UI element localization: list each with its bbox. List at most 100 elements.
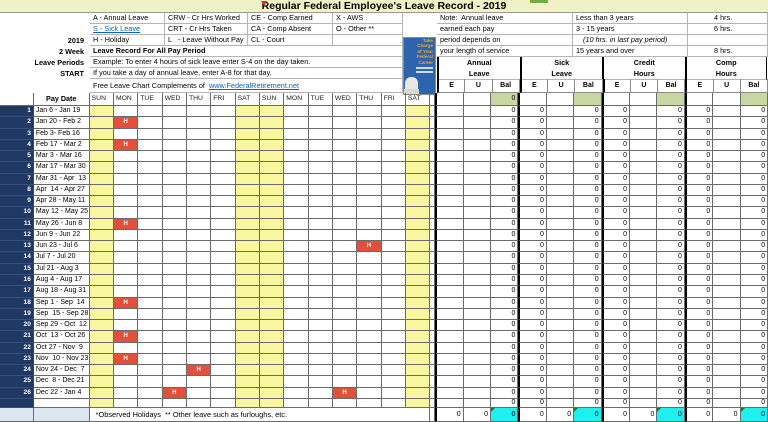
day-cell[interactable] <box>211 399 235 408</box>
stat-cell[interactable]: 0 <box>602 151 630 162</box>
stat-cell[interactable] <box>547 309 574 320</box>
day-cell[interactable] <box>163 174 187 185</box>
day-cell[interactable] <box>90 117 114 128</box>
day-cell[interactable] <box>138 331 162 342</box>
stat-cell[interactable] <box>435 129 463 140</box>
stat-cell[interactable]: 0 <box>685 207 713 218</box>
day-cell[interactable] <box>406 219 430 230</box>
stat-cell[interactable]: 0 <box>685 309 713 320</box>
day-cell[interactable] <box>260 354 284 365</box>
stat-cell[interactable] <box>713 252 740 263</box>
stat-cell[interactable] <box>713 275 740 286</box>
stat-cell[interactable] <box>435 174 463 185</box>
day-cell[interactable] <box>382 196 406 207</box>
day-cell[interactable] <box>236 264 260 275</box>
day-cell[interactable] <box>357 399 381 408</box>
stat-cell[interactable]: 0 <box>741 140 768 151</box>
day-cell[interactable] <box>138 129 162 140</box>
stat-cell[interactable] <box>713 399 740 408</box>
day-cell[interactable] <box>187 320 211 331</box>
stat-cell[interactable]: 0 <box>741 343 768 354</box>
stat-cell[interactable]: 0 <box>491 151 518 162</box>
day-cell[interactable] <box>163 365 187 376</box>
stat-cell[interactable]: 0 <box>491 365 518 376</box>
stat-cell[interactable] <box>630 93 657 106</box>
stat-cell[interactable]: 0 <box>518 275 546 286</box>
day-cell[interactable] <box>333 196 357 207</box>
stat-cell[interactable] <box>464 241 491 252</box>
stat-cell[interactable]: 0 <box>518 129 546 140</box>
day-cell[interactable] <box>187 354 211 365</box>
day-cell[interactable] <box>406 129 430 140</box>
stat-cell[interactable] <box>713 298 740 309</box>
day-cell[interactable] <box>284 151 308 162</box>
day-cell[interactable] <box>114 309 138 320</box>
day-cell[interactable] <box>187 252 211 263</box>
stat-cell[interactable]: 0 <box>574 219 601 230</box>
day-cell[interactable] <box>211 309 235 320</box>
stat-cell[interactable]: 0 <box>685 174 713 185</box>
day-cell[interactable] <box>357 376 381 387</box>
day-cell[interactable] <box>163 196 187 207</box>
stat-cell[interactable]: 0 <box>602 174 630 185</box>
stat-cell[interactable]: 0 <box>741 230 768 241</box>
day-cell[interactable] <box>260 309 284 320</box>
day-cell[interactable] <box>211 207 235 218</box>
day-cell[interactable] <box>406 376 430 387</box>
holiday-cell[interactable]: H <box>333 388 357 399</box>
day-cell[interactable] <box>333 309 357 320</box>
day-cell[interactable] <box>211 151 235 162</box>
stat-cell[interactable] <box>464 399 491 408</box>
day-cell[interactable] <box>309 140 333 151</box>
day-cell[interactable] <box>357 264 381 275</box>
day-cell[interactable] <box>236 241 260 252</box>
day-cell[interactable] <box>406 331 430 342</box>
day-cell[interactable] <box>309 174 333 185</box>
stat-cell[interactable] <box>464 129 491 140</box>
stat-cell[interactable] <box>630 365 657 376</box>
stat-cell[interactable]: 0 <box>657 174 684 185</box>
day-cell[interactable] <box>284 230 308 241</box>
day-cell[interactable] <box>284 106 308 117</box>
day-cell[interactable] <box>236 399 260 408</box>
day-cell[interactable] <box>309 241 333 252</box>
day-cell[interactable] <box>333 320 357 331</box>
day-cell[interactable] <box>163 286 187 297</box>
stat-cell[interactable] <box>547 275 574 286</box>
pay-date-cell[interactable]: Mar 3 - Mar 16 <box>34 151 90 162</box>
holiday-cell[interactable]: H <box>114 354 138 365</box>
stat-cell[interactable]: 0 <box>685 219 713 230</box>
stat-cell[interactable]: 0 <box>518 376 546 387</box>
day-cell[interactable] <box>284 241 308 252</box>
day-cell[interactable] <box>163 230 187 241</box>
day-cell[interactable] <box>90 376 114 387</box>
stat-cell[interactable]: 0 <box>574 185 601 196</box>
stat-cell[interactable] <box>435 275 463 286</box>
day-cell[interactable] <box>333 230 357 241</box>
stat-cell[interactable]: 0 <box>518 162 546 173</box>
day-cell[interactable] <box>138 275 162 286</box>
stat-cell[interactable] <box>464 230 491 241</box>
day-cell[interactable] <box>309 275 333 286</box>
stat-cell[interactable] <box>547 252 574 263</box>
day-cell[interactable] <box>211 196 235 207</box>
pay-date-cell[interactable]: Sep 29 - Oct 12 <box>34 320 90 331</box>
stat-cell[interactable] <box>630 140 657 151</box>
stat-cell[interactable]: 0 <box>491 219 518 230</box>
stat-cell[interactable] <box>547 264 574 275</box>
day-cell[interactable] <box>138 151 162 162</box>
stat-cell[interactable] <box>713 162 740 173</box>
day-cell[interactable] <box>163 117 187 128</box>
pay-date-cell[interactable]: Apr 14 - Apr 27 <box>34 185 90 196</box>
day-cell[interactable] <box>138 388 162 399</box>
stat-cell[interactable] <box>464 106 491 117</box>
day-cell[interactable] <box>309 106 333 117</box>
total-balance-cell[interactable]: 0 <box>657 408 684 422</box>
day-cell[interactable] <box>382 185 406 196</box>
day-cell[interactable] <box>382 354 406 365</box>
total-balance-cell[interactable]: 0 <box>574 408 601 422</box>
day-cell[interactable] <box>114 388 138 399</box>
day-cell[interactable] <box>138 354 162 365</box>
day-cell[interactable] <box>236 207 260 218</box>
day-cell[interactable] <box>163 106 187 117</box>
